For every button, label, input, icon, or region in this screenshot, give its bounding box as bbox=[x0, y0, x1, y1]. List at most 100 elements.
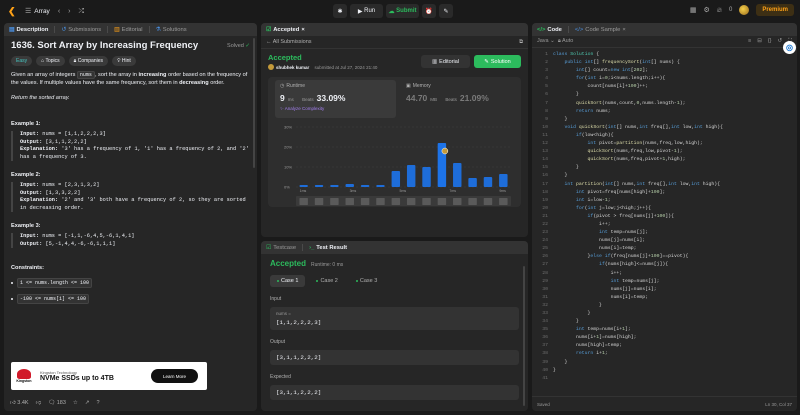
debug-button[interactable]: ✱ bbox=[333, 4, 347, 18]
language-select[interactable]: Java ⌄ bbox=[537, 38, 555, 44]
close-icon[interactable]: × bbox=[622, 27, 625, 33]
layout-icon[interactable]: ▦ bbox=[690, 7, 697, 14]
overview-mark bbox=[391, 198, 401, 205]
code-icon: </> bbox=[537, 26, 546, 33]
upload-icon: ☁ bbox=[388, 8, 395, 15]
user-marker bbox=[441, 147, 449, 155]
leetcode-logo[interactable]: ❮ bbox=[8, 6, 17, 17]
problem-description: Given an array of integers nums, sort th… bbox=[11, 71, 248, 101]
thumbs-up-icon: 👍︎ bbox=[10, 400, 16, 406]
tab-description[interactable]: ▤ Description bbox=[9, 27, 48, 33]
topics-badge[interactable]: ⌂ Topics bbox=[36, 56, 65, 66]
comments-button[interactable]: 🗨︎ 183 bbox=[48, 400, 66, 406]
memory-card[interactable]: ▣ Memory 44.70 MB Beats 21.09% bbox=[401, 80, 517, 118]
submission-panel: ☑ Accepted × ← All Submissions ⧉ Accepted… bbox=[261, 23, 528, 237]
code-area[interactable]: 1 2 3 4 5 6 7 8 9 10 11 12 13 14 15 16 1… bbox=[532, 48, 797, 381]
share-button[interactable]: ↗ bbox=[85, 400, 90, 406]
y-tick-label: 10% bbox=[284, 165, 292, 170]
overview-mark bbox=[345, 198, 354, 205]
chart-bar bbox=[499, 174, 508, 187]
assistant-fab-icon[interactable]: ◎ bbox=[783, 41, 796, 54]
overview-mark bbox=[314, 198, 324, 205]
expected-value: [3,1,1,2,2,2] bbox=[270, 385, 519, 400]
tab-testcase[interactable]: ☑ Testcase bbox=[266, 245, 296, 251]
chart-bar bbox=[299, 185, 308, 187]
scrollbar[interactable] bbox=[253, 38, 255, 168]
flask-icon: ⚗ bbox=[155, 26, 161, 33]
notes-button[interactable]: ✎ bbox=[439, 4, 453, 18]
shuffle-icon[interactable]: ⤮ bbox=[79, 8, 85, 15]
auto-toggle[interactable]: 🔒︎ Auto bbox=[558, 38, 574, 44]
top-nav-bar: ❮ ☰ Array ‹ › ⤮ ✱ ▶ Run ☁ Submit ⏰ ✎ ▦ ⚙ … bbox=[0, 0, 800, 22]
overview-mark bbox=[406, 198, 416, 205]
like-button[interactable]: 👍︎ 3.4K bbox=[10, 400, 29, 406]
braces-icon[interactable]: {} bbox=[768, 38, 772, 45]
result-runtime: Runtime: 0 ms bbox=[311, 262, 344, 268]
book-icon: ▥ bbox=[431, 58, 438, 65]
help-button[interactable]: ? bbox=[96, 400, 99, 406]
tab-accepted[interactable]: ☑ Accepted × bbox=[266, 27, 305, 33]
example-2: Example 2: Input: nums = [2,3,1,3,2] Out… bbox=[11, 171, 250, 212]
format-icon[interactable]: ≡ bbox=[748, 38, 751, 45]
close-icon[interactable]: × bbox=[301, 27, 304, 33]
chart-bar bbox=[422, 167, 431, 187]
expected-label: Expected bbox=[270, 374, 291, 380]
next-problem-icon[interactable]: › bbox=[68, 8, 70, 15]
y-tick-label: 0% bbox=[284, 185, 290, 190]
overview-bar bbox=[296, 196, 511, 206]
reset-icon[interactable]: ↺ bbox=[778, 38, 783, 45]
tab-test-result[interactable]: ›_ Test Result bbox=[309, 245, 347, 251]
output-value: [3,1,1,2,2,2] bbox=[270, 350, 519, 365]
editorial-button[interactable]: ▥ Editorial bbox=[421, 55, 470, 68]
avatar[interactable] bbox=[739, 5, 750, 15]
overview-mark bbox=[499, 198, 508, 205]
settings-icon[interactable]: ⚙ bbox=[704, 7, 710, 14]
case-3-tab[interactable]: Case 3 bbox=[349, 275, 384, 287]
prev-problem-icon[interactable]: ‹ bbox=[58, 8, 60, 15]
bookmark-icon[interactable]: ⊟ bbox=[757, 38, 762, 45]
problem-list-button[interactable]: ☰ Array bbox=[25, 8, 50, 15]
check-square-icon: ☑ bbox=[266, 26, 272, 33]
companies-badge[interactable]: 🔒︎ Companies bbox=[68, 56, 109, 66]
list-icon: ☰ bbox=[25, 7, 32, 15]
runtime-distribution-chart[interactable]: 30% 20% 10% 0% 1ms 3ms 5ms 7ms 9ms bbox=[268, 121, 521, 207]
comment-icon: 🗨︎ bbox=[48, 400, 56, 406]
star-button[interactable]: ☆ bbox=[73, 400, 78, 406]
hint-badge[interactable]: 💡︎ Hint bbox=[112, 56, 136, 66]
overview-mark bbox=[376, 198, 385, 205]
premium-button[interactable]: Premium bbox=[756, 4, 794, 16]
page-title[interactable]: 1636. Sort Array by Increasing Frequency… bbox=[11, 41, 250, 51]
learn-more-button[interactable]: Learn More bbox=[151, 369, 198, 383]
dislike-button[interactable]: 👎︎ bbox=[36, 400, 42, 406]
x-tick-label: 7ms bbox=[449, 189, 456, 193]
tab-code[interactable]: </> Code bbox=[537, 27, 562, 33]
x-tick-label: 5ms bbox=[400, 189, 407, 193]
x-tick-label: 1ms bbox=[300, 189, 307, 193]
scrollbar[interactable] bbox=[523, 266, 525, 406]
tab-solutions[interactable]: ⚗ Solutions bbox=[156, 27, 187, 33]
runtime-card[interactable]: ◷ Runtime 9 ms Beats 33.09% ✨︎ Analyze Comp… bbox=[275, 80, 396, 118]
submit-button[interactable]: ☁ Submit bbox=[386, 4, 419, 18]
tag-icon: ⌂ bbox=[41, 58, 45, 64]
all-submissions-link[interactable]: ← All Submissions bbox=[266, 39, 312, 45]
constraints-list: 1 <= nums.length <= 100 -100 <= nums[i] … bbox=[11, 278, 250, 304]
timer-button[interactable]: ⏰ bbox=[422, 4, 436, 18]
case-1-tab[interactable]: Case 1 bbox=[270, 275, 306, 287]
coin-count: 0 bbox=[728, 7, 733, 13]
analyze-complexity-link[interactable]: ✨︎ Analyze Complexity bbox=[280, 106, 391, 111]
test-result-panel: ☑ Testcase ›_ Test Result Accepted Runtime… bbox=[261, 241, 528, 411]
solution-button[interactable]: ✎ Solution bbox=[474, 55, 521, 68]
run-button[interactable]: ▶ Run bbox=[350, 4, 383, 18]
cursor-position: Ln 30, Col 37 bbox=[765, 401, 792, 407]
line-numbers: 1 2 3 4 5 6 7 8 9 10 11 12 13 14 15 16 1… bbox=[542, 52, 548, 381]
copy-link-icon[interactable]: ⧉ bbox=[519, 39, 523, 46]
fire-icon[interactable]: 🔥︎ bbox=[717, 7, 722, 14]
source-code[interactable]: class Solution { public int[] frequencyS… bbox=[553, 51, 723, 375]
tab-submissions[interactable]: ↺ Submissions bbox=[61, 27, 101, 33]
case-2-tab[interactable]: Case 2 bbox=[309, 275, 344, 287]
tab-editorial[interactable]: ▥ Editorial bbox=[114, 27, 142, 33]
chip-icon: ▣ bbox=[406, 83, 411, 89]
advertisement[interactable]: Kingston Kingston Technology NVMe SSDs u… bbox=[11, 362, 207, 390]
tab-code-sample[interactable]: </> Code Sample × bbox=[575, 27, 626, 33]
kingston-logo: Kingston bbox=[14, 365, 34, 387]
